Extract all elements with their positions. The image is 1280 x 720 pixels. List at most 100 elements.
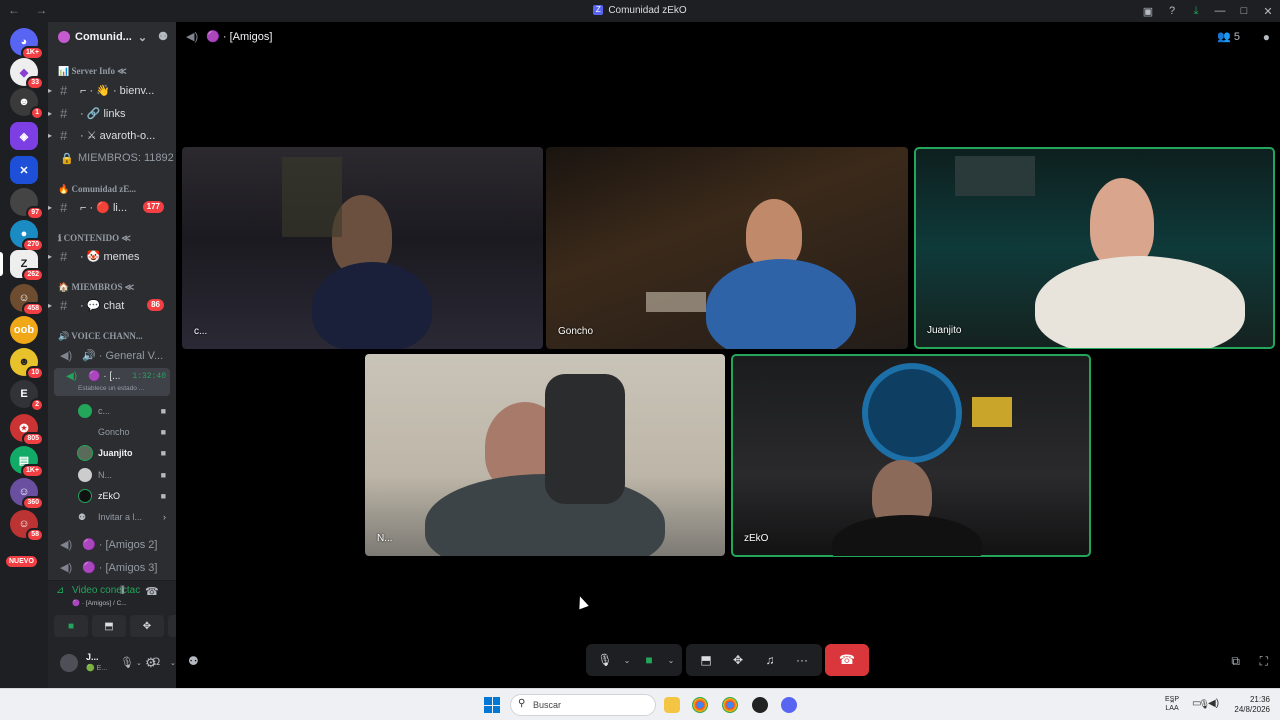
set-status-text[interactable]: Establece un estado ... [78, 385, 144, 392]
fullscreen-icon[interactable]: ⛶ [1260, 654, 1268, 669]
server-icon[interactable]: ◈ [10, 122, 38, 150]
arrow-icon: ▸ [48, 85, 53, 95]
chat-bubble-icon[interactable]: ● [1263, 30, 1270, 44]
channel-chat[interactable]: ▸ # · 💬 chat 86 [48, 295, 176, 315]
camera-button[interactable]: ■ [634, 653, 664, 667]
file-explorer-icon[interactable] [664, 697, 680, 713]
user-name[interactable]: J... [86, 652, 99, 662]
maximize-button[interactable]: □ [1232, 5, 1256, 17]
minimize-button[interactable]: — [1208, 5, 1232, 17]
windows-start-icon[interactable] [484, 697, 500, 713]
category-miembros[interactable]: 🏠 MIEMBROS ≪ [48, 277, 176, 297]
discord-icon[interactable] [781, 697, 797, 713]
server-icon[interactable]: ☺ 58 [10, 510, 44, 542]
mic-icon[interactable]: 🎙 [120, 656, 134, 669]
voice-channel-amigos-active[interactable]: ◀) 🟣 · [... 1:32:40 Establece un estado ... [54, 368, 170, 396]
voice-member[interactable]: N... ■ [48, 465, 176, 485]
popout-icon[interactable]: ⧉ [1231, 654, 1240, 669]
participants-button[interactable]: 👥 5 [1217, 30, 1240, 43]
server-icon[interactable]: 97 [10, 188, 44, 220]
language-indicator[interactable]: ESP LAA [1165, 695, 1179, 713]
server-icon[interactable]: ☻ 1 [10, 88, 44, 120]
server-icon[interactable]: ● 270 [10, 220, 44, 252]
disconnect-button[interactable]: ☎ [825, 644, 869, 676]
voice-channel-general[interactable]: ◀) 🔊 · General V... [48, 345, 176, 365]
connected-channel[interactable]: 🟣 · [Amigos] / C... [72, 599, 127, 607]
disconnect-icon[interactable]: ☎ [145, 585, 159, 598]
video-tile-speaking[interactable]: zEkO [731, 354, 1091, 557]
help-icon[interactable]: ? [1160, 5, 1184, 17]
screen-share-button[interactable]: ⬒ [92, 615, 126, 637]
channel-bienvenida[interactable]: ▸ # ⌐ · 👋 · bienv... [48, 80, 176, 100]
clock[interactable]: 21:36 24/8/2026 [1228, 695, 1270, 715]
invite-button[interactable]: ⚉ [188, 654, 199, 668]
voice-member[interactable]: c... ■ [48, 401, 176, 421]
voice-channel-amigos-2[interactable]: ◀) 🟣 · [Amigos 2] [48, 534, 176, 554]
member-name: zEkO [98, 491, 121, 501]
tile-label: zEkO [744, 533, 769, 544]
mic-button[interactable]: 🎙 [590, 653, 620, 667]
channel-li[interactable]: ▸ # ⌐ · 🔴 li... 177 [48, 197, 176, 217]
chevron-down-icon[interactable]: ⌄ [170, 659, 176, 667]
channel-links[interactable]: ▸ # · 🔗 links [48, 103, 176, 123]
category-comunidad[interactable]: 🔥 Comunidad zE... [48, 179, 176, 199]
gear-icon[interactable]: ⚙ [145, 655, 157, 671]
category-server-info[interactable]: 📊 Server Info ≪ [48, 61, 176, 81]
camera-button[interactable]: ■ [54, 615, 88, 637]
tile-label: Goncho [558, 326, 594, 337]
voice-channel-amigos-3[interactable]: ◀) 🟣 · [Amigos 3] [48, 557, 176, 577]
invite-label: Invitar a l... [98, 512, 143, 522]
category-contenido[interactable]: ℹ CONTENIDO ≪ [48, 228, 176, 248]
more-options-button[interactable]: ··· [786, 653, 818, 667]
server-icon-selected[interactable]: Z 262 [10, 250, 44, 282]
category-label: ℹ CONTENIDO ≪ [58, 232, 131, 243]
voice-member[interactable]: Juanjito ■ [48, 443, 176, 463]
channel-member-count[interactable]: 🔒 MIEMBROS: 11892 [48, 148, 176, 168]
network-icon[interactable]: ▭ [1192, 698, 1201, 709]
chevron-down-icon[interactable]: ⌄ [664, 656, 678, 665]
server-icon[interactable]: oob [10, 316, 38, 344]
app-icon[interactable] [752, 697, 768, 713]
inbox-icon[interactable]: ▣ [1136, 5, 1160, 18]
taskbar-search[interactable]: ⚲ Buscar [510, 694, 656, 716]
direct-messages-icon[interactable]: ◕ 1K+ [10, 28, 44, 60]
chevron-down-icon[interactable]: ⌄ [136, 659, 142, 667]
download-icon[interactable]: ⤓ [1184, 5, 1208, 18]
connection-status[interactable]: ⊿ Video conectac [56, 585, 140, 596]
voice-member[interactable]: zEkO ■ [48, 486, 176, 506]
soundboard-button[interactable]: ♫ [754, 653, 786, 667]
channel-memes[interactable]: ▸ # · 🤡 memes [48, 246, 176, 266]
chrome-icon[interactable] [692, 697, 708, 713]
channel-label: ⌐ · 👋 · bienv... [80, 84, 155, 97]
activities-button[interactable]: ✥ [130, 615, 164, 637]
close-button[interactable]: ✕ [1256, 5, 1280, 18]
screen-share-button[interactable]: ⬒ [690, 653, 722, 667]
server-header[interactable]: Comunid... ⌄ ⚉ [48, 22, 176, 52]
video-tile[interactable]: c... [182, 147, 543, 349]
participant-video [1090, 178, 1154, 268]
add-user-icon[interactable]: ⚉ [158, 30, 168, 43]
video-tile-speaking[interactable]: Juanjito [914, 147, 1275, 349]
server-icon[interactable]: ✪ 805 [10, 414, 44, 446]
server-icon[interactable]: ◆ 33 [10, 58, 44, 90]
server-icon[interactable]: ☺ 360 [10, 478, 44, 510]
chrome-icon[interactable] [722, 697, 738, 713]
invite-to-channel[interactable]: ⚉ Invitar a l... › [48, 507, 176, 527]
activities-button[interactable]: ✥ [722, 653, 754, 667]
channel-avaroth[interactable]: ▸ # · ⚔ avaroth-o... [48, 125, 176, 145]
video-tile[interactable]: N... [365, 354, 725, 556]
server-icon[interactable]: ✕ [10, 156, 38, 184]
category-voice-channels[interactable]: 🔊 VOICE CHANN... [48, 326, 176, 346]
sign [972, 397, 1012, 427]
avatar[interactable] [58, 652, 80, 674]
user-panel: J... 🟢 E... 🎙 ⌄ Ω ⌄ [48, 640, 176, 688]
chevron-down-icon[interactable]: ⌄ [620, 656, 634, 665]
voice-member[interactable]: Goncho ■ [48, 422, 176, 442]
noise-suppression-icon[interactable]: ⦀ [120, 585, 125, 598]
server-icon[interactable]: ▤ 1K+ [10, 446, 44, 478]
server-icon[interactable]: E2 [10, 380, 44, 412]
server-icon[interactable]: ☻ 10 [10, 348, 44, 380]
volume-icon[interactable]: ◀) [1208, 698, 1219, 709]
video-tile[interactable]: Goncho [546, 147, 908, 349]
server-icon[interactable]: ☺ 458 [10, 284, 44, 316]
